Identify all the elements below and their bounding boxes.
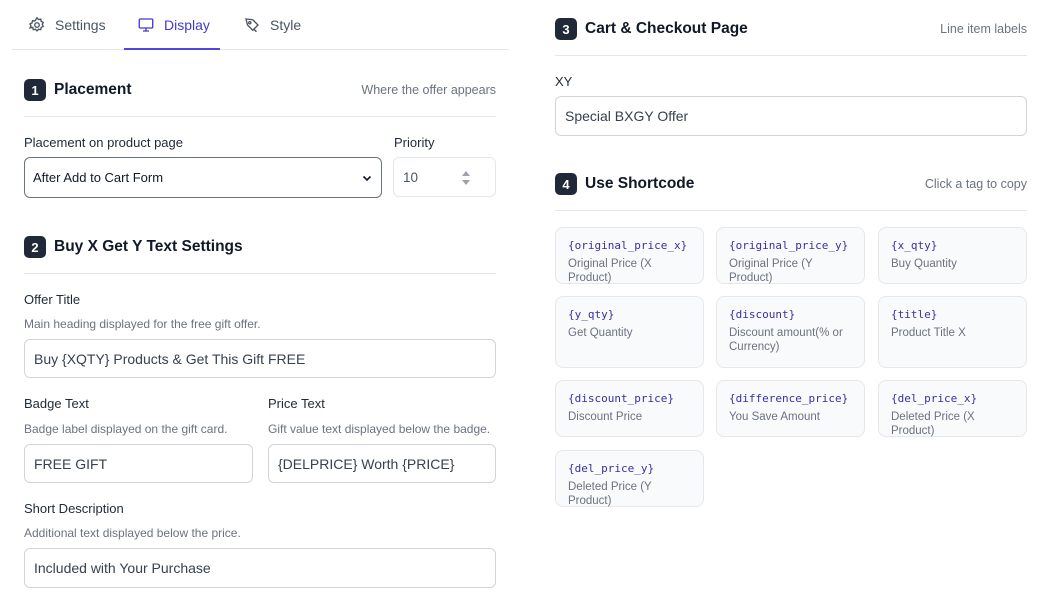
shortcode-tag-discount-price[interactable]: {discount_price} Discount Price [555,380,704,437]
priority-input[interactable]: 10 [393,157,496,197]
badge-text-input[interactable]: FREE GIFT [24,444,253,483]
xy-label-input[interactable]: Special BXGY Offer [555,96,1027,136]
section-title: Placement [54,81,132,98]
tab-bar: Settings Display Style [12,0,509,50]
placement-select[interactable]: After Add to Cart Form [24,157,382,198]
tag-description: Deleted Price (Y Product) [568,481,652,507]
tag-description: Product Title X [891,327,966,339]
spinner-icon[interactable] [461,170,471,186]
tag-code: {y_qty} [568,308,615,321]
placement-label: Placement on product page [24,135,183,150]
short-description-label: Short Description [24,501,124,516]
offer-title-label: Offer Title [24,292,81,307]
tag-description: Buy Quantity [891,258,957,270]
divider [555,210,1027,211]
tag-code: {discount_price} [568,392,674,405]
placement-header: 1 Placement [24,78,132,102]
tab-style[interactable]: Style [243,0,301,49]
tag-code: {difference_price} [729,392,849,405]
tab-style-label: Style [270,16,302,33]
gear-icon [28,16,45,32]
tab-display-label: Display [164,16,210,33]
offer-title-value: Buy {XQTY} Products & Get This Gift FREE [34,350,306,367]
section-number-badge: 1 [24,79,46,101]
tag-code: {del_price_y} [568,462,655,475]
tag-code: {x_qty} [891,239,938,252]
section-number-badge: 2 [24,236,46,258]
price-text-help: Gift value text displayed below the badg… [268,422,491,436]
divider [24,116,496,117]
short-description-value: Included with Your Purchase [34,560,211,576]
short-description-help: Additional text displayed below the pric… [24,526,241,540]
monitor-icon [138,17,154,32]
tab-settings[interactable]: Settings [28,0,106,49]
chevron-down-icon [362,175,372,181]
price-text-value: {DELPRICE} Worth {PRICE} [278,455,455,472]
tag-description: Discount amount(% or Currency) [729,327,843,353]
shortcode-tag-original-price-x[interactable]: {original_price_x} Original Price (X Pro… [555,227,704,284]
tag-description: Get Quantity [568,327,633,339]
shortcode-header: 4 Use Shortcode [555,172,694,196]
section-title: Buy X Get Y Text Settings [54,238,243,255]
divider [555,55,1027,56]
priority-value: 10 [403,169,419,185]
badge-text-value: FREE GIFT [34,455,108,472]
tab-settings-label: Settings [55,16,106,33]
placement-select-value: After Add to Cart Form [33,170,164,185]
shortcode-tag-y-qty[interactable]: {y_qty} Get Quantity [555,296,704,368]
section-hint: Line item labels [940,22,1027,36]
tag-code: {title} [891,308,938,321]
shortcode-tag-difference-price[interactable]: {difference_price} You Save Amount [716,380,865,437]
price-text-input[interactable]: {DELPRICE} Worth {PRICE} [268,444,496,483]
xy-label-value: Special BXGY Offer [565,108,689,124]
tag-description: Original Price (Y Product) [729,258,813,284]
section-title: Use Shortcode [585,175,695,192]
price-text-label: Price Text [268,396,325,411]
section-number-badge: 4 [555,173,577,195]
shortcode-tag-del-price-y[interactable]: {del_price_y} Deleted Price (Y Product) [555,450,704,507]
shortcode-tag-title[interactable]: {title} Product Title X [878,296,1027,368]
cart-header: 3 Cart & Checkout Page [555,17,748,41]
shortcode-tag-discount[interactable]: {discount} Discount amount(% or Currency… [716,296,865,368]
shortcode-tag-del-price-x[interactable]: {del_price_x} Deleted Price (X Product) [878,380,1027,437]
tab-display[interactable]: Display [124,0,220,50]
offer-title-input[interactable]: Buy {XQTY} Products & Get This Gift FREE [24,339,496,378]
divider [24,273,496,274]
shortcode-tag-original-price-y[interactable]: {original_price_y} Original Price (Y Pro… [716,227,865,284]
priority-label: Priority [394,135,435,150]
section-title: Cart & Checkout Page [585,20,748,37]
tag-description: Discount Price [568,411,643,423]
section-hint: Where the offer appears [361,83,496,97]
offer-title-help: Main heading displayed for the free gift… [24,317,261,331]
shortcode-tag-x-qty[interactable]: {x_qty} Buy Quantity [878,227,1027,284]
tag-description: Original Price (X Product) [568,258,652,284]
badge-text-help: Badge label displayed on the gift card. [24,422,228,436]
paint-icon [245,17,259,32]
tag-code: {del_price_x} [891,392,978,405]
tag-description: Deleted Price (X Product) [891,411,975,437]
tag-code: {original_price_y} [729,239,849,252]
tag-code: {original_price_x} [568,239,688,252]
section-number-badge: 3 [555,18,577,40]
section-hint: Click a tag to copy [924,177,1027,191]
bxgy-header: 2 Buy X Get Y Text Settings [24,235,243,259]
tag-code: {discount} [729,308,796,321]
badge-text-label: Badge Text [24,396,89,411]
short-description-input[interactable]: Included with Your Purchase [24,548,496,588]
xy-label: XY [555,74,573,89]
tag-description: You Save Amount [729,411,821,423]
